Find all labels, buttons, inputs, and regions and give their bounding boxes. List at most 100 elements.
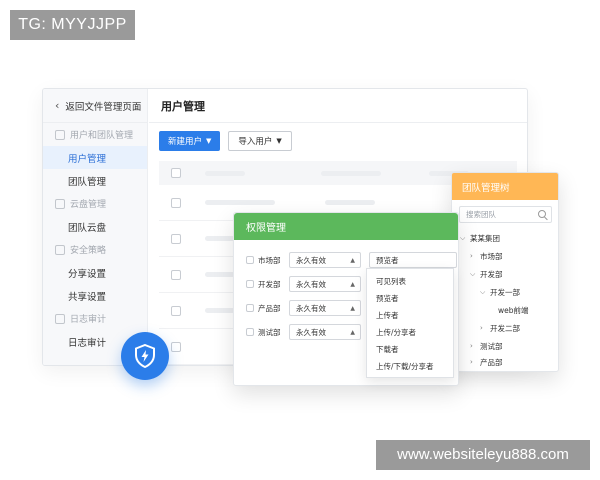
- tree-node-label: web前端: [498, 305, 529, 315]
- sidebar-group-cloud-disk: 云盘管理: [43, 192, 147, 215]
- permission-checkbox[interactable]: [246, 280, 254, 288]
- tree-node-group[interactable]: ⌵ 某某集团: [460, 230, 500, 246]
- sidebar-group-label: 安全策略: [70, 246, 107, 256]
- placeholder-bar: [205, 272, 235, 277]
- cloud-icon: [55, 198, 65, 209]
- tree-node-label: 测试部: [480, 341, 503, 351]
- back-to-file-management-link[interactable]: ‹ 返回文件管理页面: [43, 89, 147, 123]
- validity-value: 永久有效: [296, 279, 326, 289]
- tree-node-test[interactable]: › 测试部: [470, 338, 503, 354]
- caret-up-icon: ▲: [350, 280, 355, 288]
- watermark-bottom: www.websiteleyu888.com: [376, 440, 590, 470]
- watermark-top: TG: MYYJJPP: [10, 10, 135, 40]
- chevron-right-icon: ›: [470, 358, 473, 366]
- role-option[interactable]: 可见列表: [367, 273, 453, 290]
- permission-row: 开发部: [234, 276, 296, 292]
- validity-value: 永久有效: [296, 255, 326, 265]
- permission-checkbox[interactable]: [246, 304, 254, 312]
- validity-select[interactable]: 永久有效 ▲: [289, 324, 361, 340]
- tree-node-web-frontend[interactable]: web前端: [498, 302, 529, 318]
- role-option[interactable]: 下载者: [367, 341, 453, 358]
- tree-node-dev[interactable]: ⌵ 开发部: [470, 266, 503, 282]
- tree-node-market[interactable]: › 市场部: [470, 248, 503, 264]
- chevron-right-icon: ›: [470, 342, 473, 350]
- tree-node-label: 开发部: [480, 269, 503, 279]
- sidebar-item-label: 日志审计: [68, 337, 107, 349]
- placeholder-bar: [325, 200, 375, 205]
- caret-down-icon: ▼: [276, 137, 282, 145]
- row-checkbox[interactable]: [171, 233, 181, 244]
- users-icon: [55, 129, 65, 140]
- tree-node-label: 开发二部: [490, 323, 520, 333]
- team-search-placeholder: 搜索团队: [466, 210, 496, 219]
- permission-row: 市场部: [234, 252, 296, 268]
- permissions-title: 权限管理: [234, 213, 458, 240]
- row-checkbox[interactable]: [171, 341, 181, 352]
- permission-row: 产品部: [234, 300, 296, 316]
- sidebar-group-security: 安全策略: [43, 238, 147, 261]
- validity-select[interactable]: 永久有效 ▲: [289, 300, 361, 316]
- select-all-checkbox[interactable]: [171, 168, 181, 178]
- tree-node-label: 开发一部: [490, 287, 520, 297]
- permission-checkbox[interactable]: [246, 256, 254, 264]
- sidebar-item-user-management[interactable]: 用户管理: [43, 146, 147, 169]
- chevron-down-icon: ⌵: [470, 269, 476, 278]
- tree-node-label: 某某集团: [470, 233, 500, 243]
- placeholder-bar: [205, 200, 275, 205]
- row-checkbox[interactable]: [171, 269, 181, 280]
- sidebar-item-label: 团队云盘: [68, 222, 107, 234]
- tree-node-dev-one[interactable]: ⌵ 开发一部: [480, 284, 520, 300]
- row-checkbox[interactable]: [171, 197, 181, 208]
- sidebar-item-share-settings[interactable]: 分享设置: [43, 261, 147, 284]
- sidebar: ‹ 返回文件管理页面 用户和团队管理 用户管理 团队管理 云盘管理 团队云盘 安…: [43, 89, 148, 365]
- role-option[interactable]: 上传/分享者: [367, 324, 453, 341]
- tree-node-dev-two[interactable]: › 开发二部: [480, 320, 520, 336]
- screenshot-canvas: TG: MYYJJPP ‹ 返回文件管理页面 用户和团队管理 用户管理 团队管理…: [0, 0, 600, 480]
- permission-checkbox[interactable]: [246, 328, 254, 336]
- sidebar-group-label: 云盘管理: [70, 200, 107, 210]
- validity-value: 永久有效: [296, 327, 326, 337]
- validity-value: 永久有效: [296, 303, 326, 313]
- chevron-right-icon: ›: [470, 252, 473, 260]
- role-option[interactable]: 上传者: [367, 307, 453, 324]
- row-checkbox[interactable]: [171, 305, 181, 316]
- sidebar-item-sharing-settings[interactable]: 共享设置: [43, 284, 147, 307]
- import-user-button[interactable]: 导入用户 ▼: [228, 131, 292, 151]
- sidebar-group-label: 日志审计: [70, 315, 107, 325]
- role-select[interactable]: 预览者: [369, 252, 457, 268]
- shield-icon: [55, 244, 65, 255]
- permission-row: 测试部: [234, 324, 296, 340]
- chevron-down-icon: ⌵: [480, 287, 486, 296]
- placeholder-bar: [205, 170, 245, 176]
- role-option[interactable]: 预览者: [367, 290, 453, 307]
- toolbar: 新建用户 ▼ 导入用户 ▼: [159, 131, 292, 151]
- placeholder-bar: [205, 308, 235, 313]
- new-user-button[interactable]: 新建用户 ▼: [159, 131, 221, 151]
- search-icon: [538, 210, 546, 218]
- sidebar-item-label: 分享设置: [68, 268, 107, 280]
- caret-up-icon: ▲: [350, 328, 355, 336]
- validity-select[interactable]: 永久有效 ▲: [289, 252, 361, 268]
- tree-node-product[interactable]: › 产品部: [470, 354, 503, 370]
- sidebar-item-team-disk[interactable]: 团队云盘: [43, 215, 147, 238]
- sidebar-group-audit: 日志审计: [43, 307, 147, 330]
- team-search-input[interactable]: 搜索团队: [459, 206, 552, 223]
- sidebar-item-label: 用户管理: [68, 153, 107, 165]
- page-title: 用户管理: [149, 89, 527, 123]
- placeholder-bar: [321, 170, 381, 176]
- sidebar-item-team-management[interactable]: 团队管理: [43, 169, 147, 192]
- team-tree-panel: 团队管理树 搜索团队 ⌵ 某某集团 › 市场部 ⌵ 开发部 ⌵ 开发一部 web…: [451, 172, 559, 372]
- validity-select[interactable]: 永久有效 ▲: [289, 276, 361, 292]
- chevron-down-icon: ⌵: [460, 233, 466, 242]
- import-user-label: 导入用户: [238, 137, 273, 147]
- tree-node-label: 产品部: [480, 357, 503, 367]
- back-link-label: 返回文件管理页面: [65, 101, 142, 113]
- shield-lightning-svg: [135, 344, 155, 368]
- role-option[interactable]: 上传/下载/分享者: [367, 358, 453, 375]
- caret-up-icon: ▲: [350, 304, 355, 312]
- tree-node-label: 市场部: [480, 251, 503, 261]
- log-icon: [55, 313, 65, 324]
- team-tree-title: 团队管理树: [452, 173, 558, 200]
- caret-up-icon: ▲: [350, 256, 355, 264]
- shield-lightning-icon: [121, 332, 169, 380]
